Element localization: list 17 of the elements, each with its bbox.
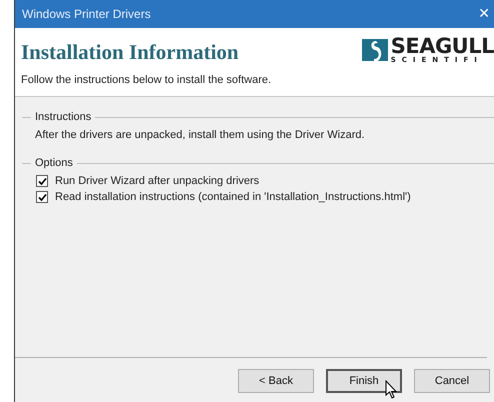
logo-mark-icon — [362, 37, 388, 63]
dialog-button[interactable]: Finish — [326, 369, 402, 393]
header-subtitle: Follow the instructions below to install the software. — [21, 74, 272, 86]
close-button[interactable]: ✕ — [474, 6, 494, 22]
dialog-button[interactable]: Cancel — [414, 369, 490, 393]
checkbox-label: Run Driver Wizard after unpacking drivers — [55, 175, 260, 187]
page-title: Installation Information — [21, 40, 239, 65]
logo-wordmark: SEAGULL — [390, 36, 494, 57]
checkbox-label: Read installation instructions (contained in 'Installation_Instructions.html') — [55, 191, 411, 203]
group-legend: Instructions — [35, 111, 92, 123]
checkbox[interactable] — [36, 191, 48, 203]
mouse-pointer-icon — [385, 380, 399, 400]
checkbox[interactable] — [36, 175, 48, 187]
group-legend: Options — [35, 157, 73, 169]
window-title: Windows Printer Drivers — [22, 7, 151, 21]
dialog-button[interactable]: < Back — [238, 369, 314, 393]
instructions-text: After the drivers are unpacked, install them using the Driver Wizard. — [35, 129, 366, 141]
